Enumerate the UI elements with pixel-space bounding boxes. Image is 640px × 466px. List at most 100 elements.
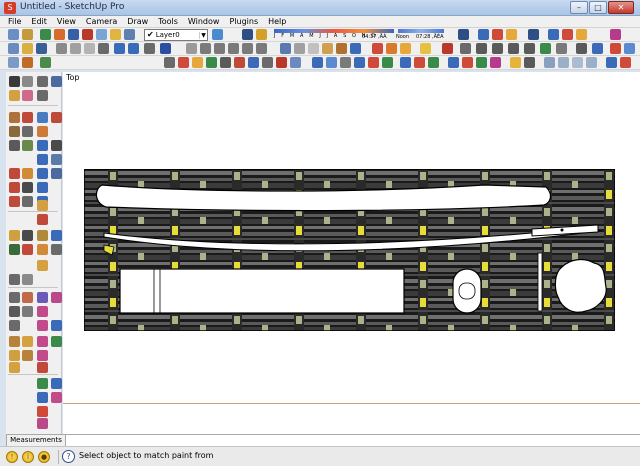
plugin-tool-21-icon[interactable] [462,57,473,68]
right-view-icon[interactable] [228,43,239,54]
move-icon[interactable] [51,112,62,123]
pan-icon[interactable] [386,43,397,54]
plugin-tool-20-icon[interactable] [448,57,459,68]
menu-plugins[interactable]: Plugins [229,16,258,27]
plugin-tool-10-icon[interactable] [290,57,301,68]
plugin-tool-16-icon[interactable] [382,57,393,68]
zoom-extents-icon[interactable] [22,182,33,193]
plugin-palette-27-icon[interactable] [37,406,48,417]
tsuba-guard[interactable] [554,258,607,313]
section-plane-icon[interactable] [478,29,489,40]
display-section-icon[interactable] [492,29,503,40]
plugin-tool-27-icon[interactable] [558,57,569,68]
follow-me-tool-icon[interactable] [37,140,48,151]
paste-icon[interactable] [84,43,95,54]
text-tool-icon[interactable] [37,90,48,101]
dimension-icon[interactable] [51,76,62,87]
plugin-palette-13-icon[interactable] [51,320,62,331]
plugin-palette-24-icon[interactable] [51,378,62,389]
open-file-icon[interactable] [22,43,33,54]
sandbox-grid-icon[interactable] [51,244,62,255]
sandbox-add-icon[interactable] [22,244,33,255]
line-icon[interactable] [460,43,471,54]
plugin-tool-9-icon[interactable] [276,57,287,68]
plugin-tool-24-icon[interactable] [510,57,521,68]
position-camera-icon[interactable] [37,182,48,193]
orbit-tool-icon[interactable] [9,168,20,179]
walk-icon[interactable] [420,43,431,54]
plugin-tool-12-icon[interactable] [326,57,337,68]
menu-file[interactable]: File [8,16,21,27]
plugin-tool-1-icon[interactable] [164,57,175,68]
plugin-tool-14-icon[interactable] [354,57,365,68]
handle-block[interactable] [119,268,405,314]
outer-shell-icon[interactable] [610,29,621,40]
copy-icon[interactable] [70,43,81,54]
plugin-tool-18-icon[interactable] [414,57,425,68]
model-scene[interactable] [84,169,615,331]
plugin-palette-8-icon[interactable] [9,306,20,317]
monochrome-icon[interactable] [350,43,361,54]
menu-help[interactable]: Help [268,16,286,27]
arc-tool-icon[interactable] [22,126,33,137]
plugin-palette-4-icon[interactable] [9,292,20,303]
seppa-bar[interactable] [537,252,543,312]
plugin-tool-11-icon[interactable] [312,57,323,68]
plugin-tool-3-icon[interactable] [192,57,203,68]
plugin-palette-15-icon[interactable] [22,336,33,347]
plugin-palette-11-icon[interactable] [9,320,20,331]
plugin-palette-21-icon[interactable] [9,362,20,373]
model-info-icon[interactable] [160,43,171,54]
plugin-tool-31-icon[interactable] [620,57,631,68]
shaded-textures-icon[interactable] [336,43,347,54]
arc-icon[interactable] [476,43,487,54]
layout-icon[interactable] [68,29,79,40]
look-around-icon[interactable] [9,196,20,207]
sandbox-edge-icon[interactable] [37,244,48,255]
extension-warehouse-icon[interactable] [54,29,65,40]
share-component-icon[interactable] [40,29,51,40]
sandbox-drape-icon[interactable] [37,230,48,241]
options-icon[interactable] [124,29,135,40]
interact-icon[interactable] [110,29,121,40]
layer-select[interactable]: ✔ Layer0 ▼ [144,29,208,41]
top-view-icon[interactable] [200,43,211,54]
user-icon[interactable]: ● [38,451,50,463]
line-tool-icon[interactable] [22,112,33,123]
plugin-palette-9-icon[interactable] [22,306,33,317]
circle-icon[interactable] [492,43,503,54]
minimize-button[interactable]: – [570,1,588,14]
iso-view-icon[interactable] [186,43,197,54]
plugin-palette-25-icon[interactable] [37,392,48,403]
plugin-tool-8-icon[interactable] [262,57,273,68]
select-arrow-icon[interactable] [9,76,20,87]
plugin-palette-5-icon[interactable] [22,292,33,303]
left-view-icon[interactable] [256,43,267,54]
plugin-palette-7-icon[interactable] [51,292,62,303]
styles-icon[interactable] [8,57,19,68]
plugin-palette-28-icon[interactable] [37,418,48,429]
walk-tool-icon[interactable] [22,196,33,207]
plugin-palette-1-icon[interactable] [37,260,48,271]
sandbox-icon[interactable] [528,29,539,40]
menu-tools[interactable]: Tools [158,16,178,27]
offset-icon[interactable] [540,43,551,54]
sandbox-contours-icon[interactable] [9,230,20,241]
layer-manager-icon[interactable] [212,29,223,40]
new-file-icon[interactable] [8,43,19,54]
axes-tool-icon[interactable] [37,76,48,87]
redo-arrow-icon[interactable] [128,43,139,54]
dynamic-components-icon[interactable] [96,29,107,40]
shaded-icon[interactable] [322,43,333,54]
save-icon[interactable] [36,43,47,54]
plugin-tool-29-icon[interactable] [586,57,597,68]
rotate-tool-icon[interactable] [37,126,48,137]
follow-me-icon[interactable] [592,43,603,54]
shadow-settings-icon[interactable] [242,29,253,40]
question-icon[interactable]: ? [62,450,75,463]
menu-view[interactable]: View [57,16,76,27]
menu-draw[interactable]: Draw [127,16,148,27]
zoom-tool-icon[interactable] [37,168,48,179]
undo-icon[interactable] [548,29,559,40]
scenes-icon[interactable] [22,57,33,68]
